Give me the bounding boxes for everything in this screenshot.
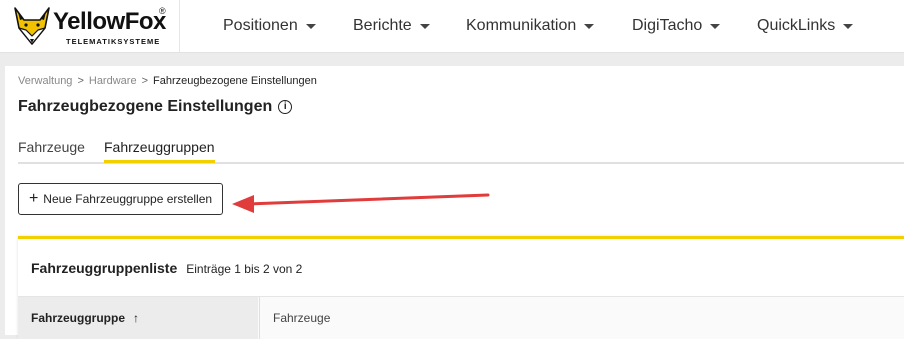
chevron-down-icon <box>584 23 595 29</box>
chevron-down-icon <box>419 23 430 29</box>
list-title: Fahrzeuggruppenliste <box>31 260 178 276</box>
chevron-down-icon <box>305 23 316 29</box>
column-header-label: Fahrzeuggruppe <box>31 311 126 325</box>
main-panel: Verwaltung > Hardware > Fahrzeugbezogene… <box>5 66 904 339</box>
registered-mark: ® <box>159 6 166 16</box>
nav-item-label: QuickLinks <box>757 17 836 34</box>
new-vehicle-group-label: Neue Fahrzeuggruppe erstellen <box>43 192 213 206</box>
breadcrumb-separator: > <box>77 75 84 87</box>
table-header-row: Fahrzeuggruppe ↑ Fahrzeuge <box>18 296 904 339</box>
vehicle-group-list-card: Fahrzeuggruppenliste Einträge 1 bis 2 vo… <box>18 236 904 339</box>
chevron-down-icon <box>710 23 721 29</box>
page-title-text: Fahrzeugbezogene Einstellungen <box>18 98 273 115</box>
nav-item-label: Berichte <box>353 17 412 34</box>
tab-bar: Fahrzeuge Fahrzeuggruppen <box>18 138 904 164</box>
new-vehicle-group-button[interactable]: + Neue Fahrzeuggruppe erstellen <box>18 183 223 215</box>
tab-fahrzeuge[interactable]: Fahrzeuge <box>18 139 85 160</box>
breadcrumb-item-current: Fahrzeugbezogene Einstellungen <box>153 75 317 87</box>
breadcrumb-separator: > <box>141 75 148 87</box>
breadcrumb: Verwaltung > Hardware > Fahrzeugbezogene… <box>18 75 317 87</box>
breadcrumb-item-hardware[interactable]: Hardware <box>89 75 137 87</box>
entry-count: Einträge 1 bis 2 von 2 <box>186 262 303 276</box>
red-arrow-annotation-icon <box>232 193 490 213</box>
nav-item-positionen[interactable]: Positionen <box>223 15 316 37</box>
column-header-fahrzeuggruppe[interactable]: Fahrzeuggruppe ↑ <box>18 297 258 339</box>
header-divider <box>179 0 180 52</box>
chevron-down-icon <box>843 23 854 29</box>
breadcrumb-item-verwaltung[interactable]: Verwaltung <box>18 75 72 87</box>
nav-item-berichte[interactable]: Berichte <box>353 15 430 37</box>
brand-logo[interactable]: YellowFox ® TELEMATIKSYSTEME <box>12 6 172 46</box>
nav-item-label: Kommunikation <box>466 17 577 34</box>
nav-item-quicklinks[interactable]: QuickLinks <box>757 15 854 37</box>
tab-fahrzeuggruppen[interactable]: Fahrzeuggruppen <box>104 139 215 163</box>
column-header-fahrzeuge[interactable]: Fahrzeuge <box>259 297 330 339</box>
top-navigation-bar: YellowFox ® TELEMATIKSYSTEME Positionen … <box>0 0 904 53</box>
brand-name: YellowFox <box>53 8 166 35</box>
nav-item-label: DigiTacho <box>632 17 703 34</box>
info-icon[interactable]: i <box>278 100 293 114</box>
sort-ascending-icon: ↑ <box>133 311 140 325</box>
fox-head-logo-icon <box>14 7 50 45</box>
brand-tagline: TELEMATIKSYSTEME <box>66 37 161 46</box>
page-title: Fahrzeugbezogene Einstellungen i <box>18 98 293 116</box>
nav-item-label: Positionen <box>223 17 298 34</box>
nav-item-kommunikation[interactable]: Kommunikation <box>466 15 595 37</box>
column-header-label: Fahrzeuge <box>273 311 331 325</box>
list-header: Fahrzeuggruppenliste Einträge 1 bis 2 vo… <box>31 260 302 276</box>
nav-item-digitacho[interactable]: DigiTacho <box>632 15 721 37</box>
plus-icon: + <box>28 190 39 207</box>
